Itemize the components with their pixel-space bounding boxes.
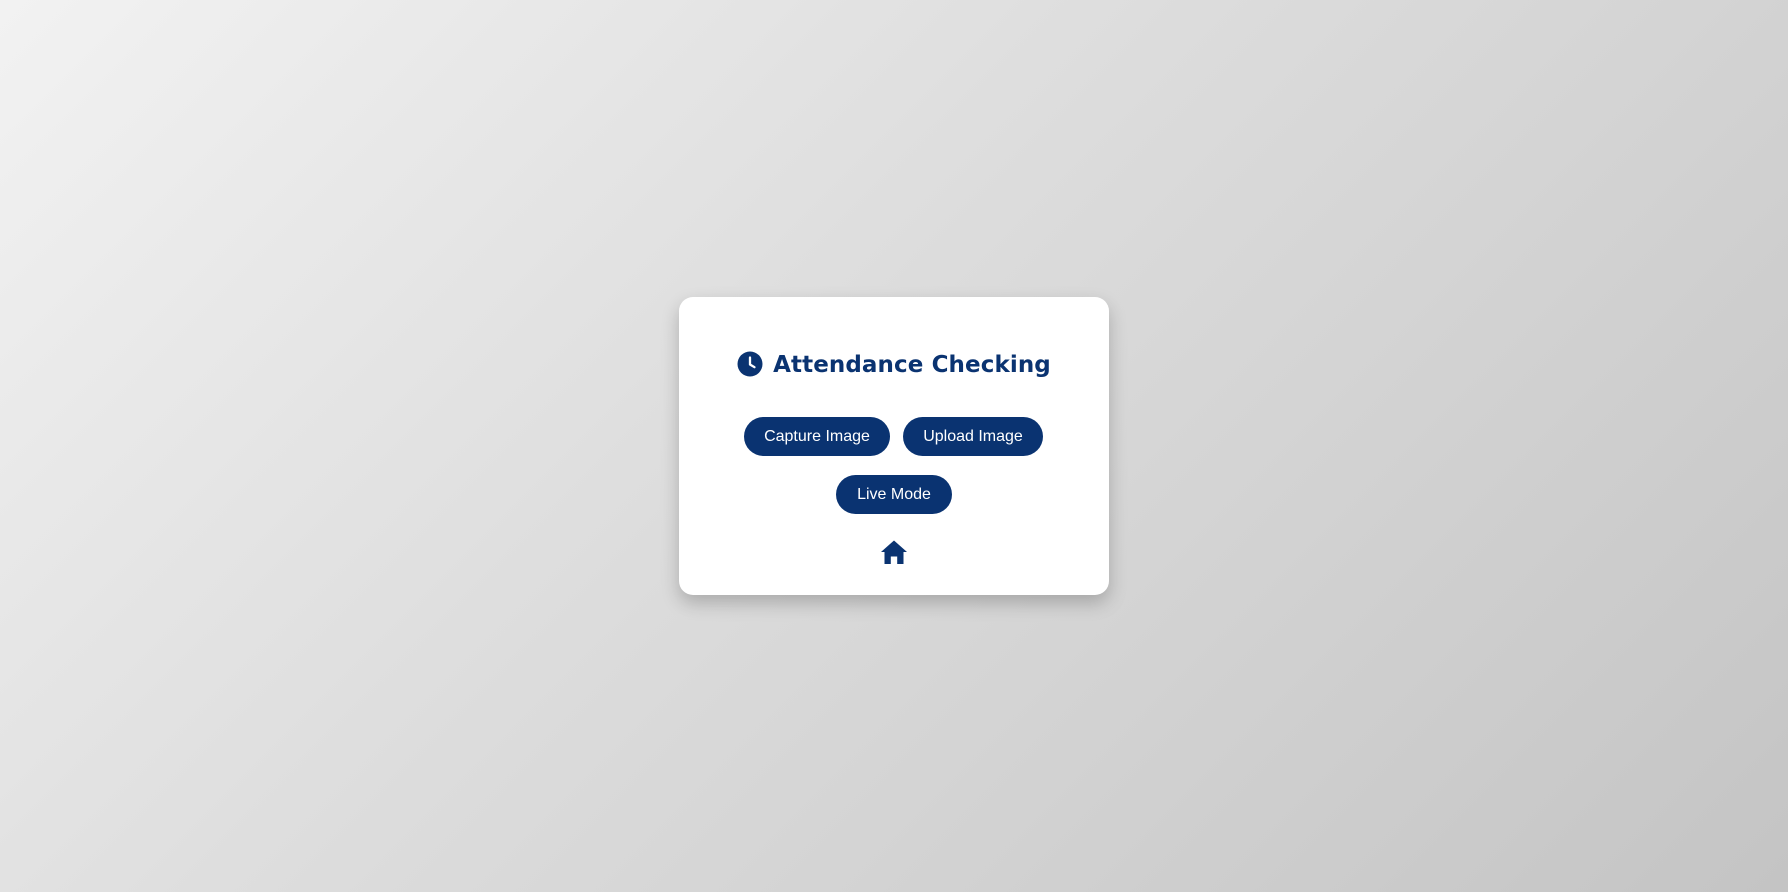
upload-image-button[interactable]: Upload Image [903, 417, 1043, 456]
home-button[interactable] [879, 540, 909, 568]
home-icon [880, 539, 908, 570]
page-title: Attendance Checking [773, 352, 1051, 378]
card-header: Attendance Checking [679, 350, 1109, 378]
attendance-card: Attendance Checking Capture Image Upload… [679, 297, 1109, 595]
live-mode-button[interactable]: Live Mode [836, 475, 952, 514]
clock-icon [737, 351, 763, 377]
capture-image-button[interactable]: Capture Image [744, 417, 890, 456]
